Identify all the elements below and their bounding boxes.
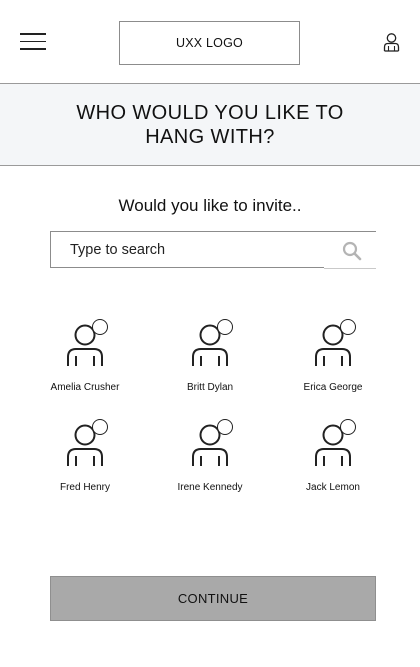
logo: UXX LOGO xyxy=(119,21,300,65)
friend-name: Erica George xyxy=(303,382,363,393)
friend-item-amelia-crusher[interactable]: Amelia Crusher xyxy=(30,307,140,393)
friend-name: Jack Lemon xyxy=(306,482,360,493)
user-profile-icon[interactable] xyxy=(382,30,402,54)
friend-item-erica-george[interactable]: Erica George xyxy=(278,307,388,393)
select-radio[interactable] xyxy=(217,319,233,335)
friend-item-jack-lemon[interactable]: Jack Lemon xyxy=(278,407,388,493)
select-radio[interactable] xyxy=(92,419,108,435)
friend-item-irene-kennedy[interactable]: Irene Kennedy xyxy=(155,407,265,493)
friend-name: Britt Dylan xyxy=(186,382,234,393)
search-bar xyxy=(50,231,376,268)
continue-button[interactable]: CONTINUE xyxy=(50,576,376,621)
select-radio[interactable] xyxy=(217,419,233,435)
search-button[interactable] xyxy=(324,232,376,268)
select-radio[interactable] xyxy=(92,319,108,335)
friend-name: Fred Henry xyxy=(59,482,110,493)
invite-subtitle: Would you like to invite.. xyxy=(118,196,302,215)
select-radio[interactable] xyxy=(340,419,356,435)
search-input[interactable] xyxy=(51,232,340,267)
friend-item-britt-dylan[interactable]: Britt Dylan xyxy=(155,307,265,393)
page-banner: WHO WOULD YOU LIKE TO HANG WITH? xyxy=(0,84,420,166)
app-header: UXX LOGO xyxy=(0,0,420,84)
search-icon xyxy=(342,241,362,261)
friend-name: Irene Kennedy xyxy=(177,482,243,493)
select-radio[interactable] xyxy=(340,319,356,335)
page-title: WHO WOULD YOU LIKE TO HANG WITH? xyxy=(76,101,344,148)
friend-name: Amelia Crusher xyxy=(50,382,120,393)
friend-item-fred-henry[interactable]: Fred Henry xyxy=(30,407,140,493)
hamburger-menu-icon[interactable] xyxy=(20,33,46,50)
